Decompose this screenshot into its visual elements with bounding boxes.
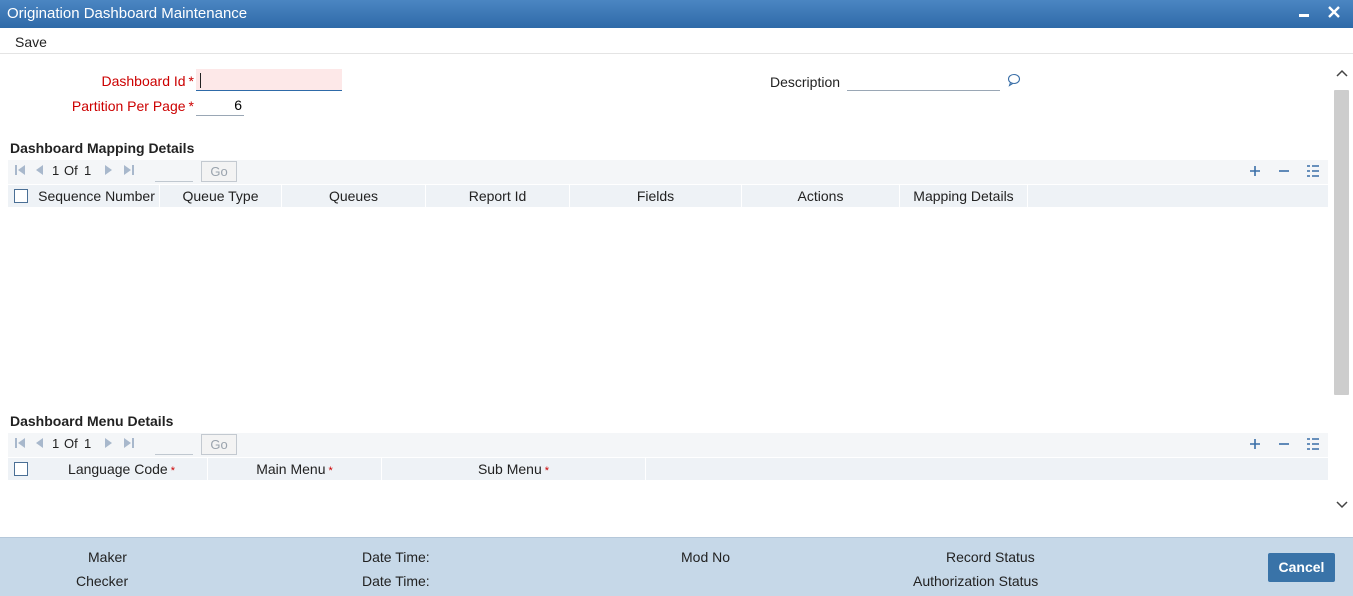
column-header[interactable]: Fields <box>570 185 742 207</box>
checker-datetime-label: Date Time: <box>362 573 430 589</box>
total-pages: 1 <box>84 163 92 178</box>
last-page-icon[interactable] <box>123 437 135 452</box>
column-header-text: Language Code <box>68 461 168 477</box>
column-header[interactable]: Mapping Details <box>900 185 1028 207</box>
maker-label: Maker <box>88 549 127 565</box>
select-all-checkbox[interactable] <box>14 462 28 476</box>
checker-label: Checker <box>76 573 129 589</box>
vertical-scrollbar[interactable] <box>1333 55 1351 537</box>
mapping-pager: 1 Of 1 Go <box>8 160 1328 184</box>
menu-bar: Save <box>0 28 1353 54</box>
dashboard-id-label-text: Dashboard Id <box>101 73 186 89</box>
dashboard-id-label: Dashboard Id * <box>62 73 194 89</box>
description-input[interactable] <box>847 69 1000 91</box>
current-page: 1 <box>52 163 60 178</box>
column-header[interactable]: Language Code * <box>36 458 208 480</box>
prev-page-icon[interactable] <box>34 164 44 179</box>
window-titlebar: Origination Dashboard Maintenance <box>0 0 1353 28</box>
close-icon[interactable] <box>1327 4 1341 25</box>
mapping-section-title: Dashboard Mapping Details <box>10 140 195 156</box>
minimize-icon[interactable] <box>1298 2 1310 27</box>
text-cursor <box>200 73 201 88</box>
description-label: Description <box>770 74 841 90</box>
authorization-status-label: Authorization Status <box>913 573 1039 589</box>
required-mark: * <box>544 465 550 477</box>
partition-per-page-input[interactable] <box>196 94 244 116</box>
required-mark: * <box>188 73 194 89</box>
partition-per-page-label: Partition Per Page * <box>42 98 194 114</box>
current-page: 1 <box>52 436 60 451</box>
window-title: Origination Dashboard Maintenance <box>7 5 248 22</box>
scrollbar-thumb[interactable] <box>1334 90 1349 395</box>
column-header[interactable]: Sequence Number <box>34 185 160 207</box>
scroll-up-icon[interactable] <box>1334 67 1350 85</box>
column-header[interactable]: Queues <box>282 185 426 207</box>
scroll-down-icon[interactable] <box>1334 499 1350 517</box>
single-view-icon[interactable] <box>1306 435 1320 456</box>
column-header[interactable]: Actions <box>742 185 900 207</box>
column-header[interactable]: Main Menu * <box>208 458 382 480</box>
cancel-button[interactable]: Cancel <box>1268 553 1335 582</box>
delete-row-icon[interactable] <box>1277 162 1291 183</box>
column-header-text: Main Menu <box>256 461 326 477</box>
required-mark: * <box>188 98 194 114</box>
page-number-input[interactable] <box>155 435 193 455</box>
column-header[interactable]: Report Id <box>426 185 570 207</box>
go-button[interactable]: Go <box>201 161 237 182</box>
dashboard-id-input[interactable] <box>196 69 342 91</box>
maker-datetime-label: Date Time: <box>362 549 430 565</box>
partition-per-page-label-text: Partition Per Page <box>71 98 186 114</box>
single-view-icon[interactable] <box>1306 162 1320 183</box>
prev-page-icon[interactable] <box>34 437 44 452</box>
record-status-label: Record Status <box>946 549 1035 565</box>
required-mark: * <box>328 465 333 477</box>
required-mark: * <box>170 465 175 477</box>
main-content: Dashboard Id* Partition Per Page* Descri… <box>2 55 1332 537</box>
save-button[interactable]: Save <box>15 34 47 50</box>
column-header[interactable]: Queue Type <box>160 185 282 207</box>
page-number-input[interactable] <box>155 162 193 182</box>
add-row-icon[interactable] <box>1248 162 1262 183</box>
comment-icon[interactable] <box>1007 73 1021 90</box>
menu-details-grid-header: Language Code * Main Menu * Sub Menu * <box>8 458 1328 480</box>
mod-no-label: Mod No <box>681 549 731 565</box>
delete-row-icon[interactable] <box>1277 435 1291 456</box>
last-page-icon[interactable] <box>123 164 135 179</box>
column-header[interactable]: Sub Menu * <box>382 458 646 480</box>
first-page-icon[interactable] <box>14 437 26 452</box>
menu-details-section-title: Dashboard Menu Details <box>10 413 174 429</box>
next-page-icon[interactable] <box>104 164 114 179</box>
go-button[interactable]: Go <box>201 434 237 455</box>
add-row-icon[interactable] <box>1248 435 1262 456</box>
next-page-icon[interactable] <box>104 437 114 452</box>
mapping-grid-header: Sequence Number Queue Type Queues Report… <box>8 185 1328 207</box>
page-of-label: Of <box>64 436 78 451</box>
first-page-icon[interactable] <box>14 164 26 179</box>
column-header-text: Sub Menu <box>477 461 542 477</box>
audit-footer: Maker Checker Date Time: Date Time: Mod … <box>0 537 1353 596</box>
page-of-label: Of <box>64 163 78 178</box>
select-all-checkbox[interactable] <box>14 189 28 203</box>
menu-details-pager: 1 Of 1 Go <box>8 433 1328 457</box>
total-pages: 1 <box>84 436 92 451</box>
